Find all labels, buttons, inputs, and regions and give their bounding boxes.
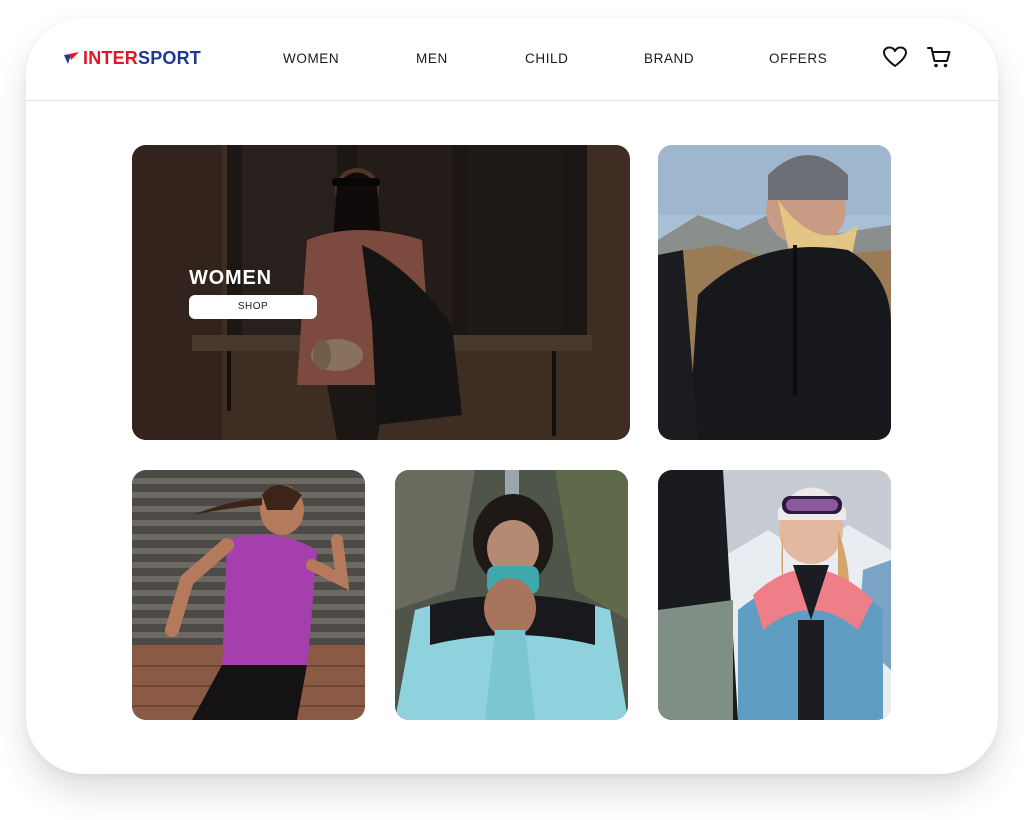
woman-in-blue-puffer-jacket-photo (395, 470, 628, 720)
tile-ski[interactable] (658, 470, 891, 720)
skier-with-goggles-photo (658, 470, 891, 720)
tile-outdoor-jacket[interactable] (658, 145, 891, 440)
tile-puffer-jacket[interactable] (395, 470, 628, 720)
wishlist-button[interactable] (882, 44, 908, 70)
cart-icon (927, 47, 951, 68)
logo-text-inter: INTER (83, 48, 138, 68)
logo-text-sport: SPORT (138, 48, 202, 68)
nav-offers[interactable]: OFFERS (769, 50, 827, 68)
cart-button[interactable] (926, 44, 952, 70)
nav-child[interactable]: CHILD (525, 50, 569, 68)
nav-women[interactable]: WOMEN (283, 50, 339, 68)
heart-icon (883, 46, 907, 67)
nav-brand[interactable]: BRAND (644, 50, 694, 68)
woman-running-photo (132, 470, 365, 720)
woman-in-black-down-jacket-photo (658, 145, 891, 440)
device-frame: INTERSPORT WOMEN MEN CHILD BRAND OFFERS (26, 18, 998, 774)
site-header: INTERSPORT WOMEN MEN CHILD BRAND OFFERS (26, 18, 998, 101)
shop-button[interactable]: SHOP (189, 295, 317, 319)
tile-running[interactable] (132, 470, 365, 720)
hero-title: WOMEN (189, 267, 272, 289)
logo[interactable]: INTERSPORT (62, 49, 201, 67)
woman-with-yoga-mat-photo (132, 145, 630, 440)
nav-men[interactable]: MEN (416, 50, 448, 68)
hero-tile-women[interactable]: WOMEN SHOP (132, 145, 630, 440)
logo-mark-icon (64, 52, 79, 64)
